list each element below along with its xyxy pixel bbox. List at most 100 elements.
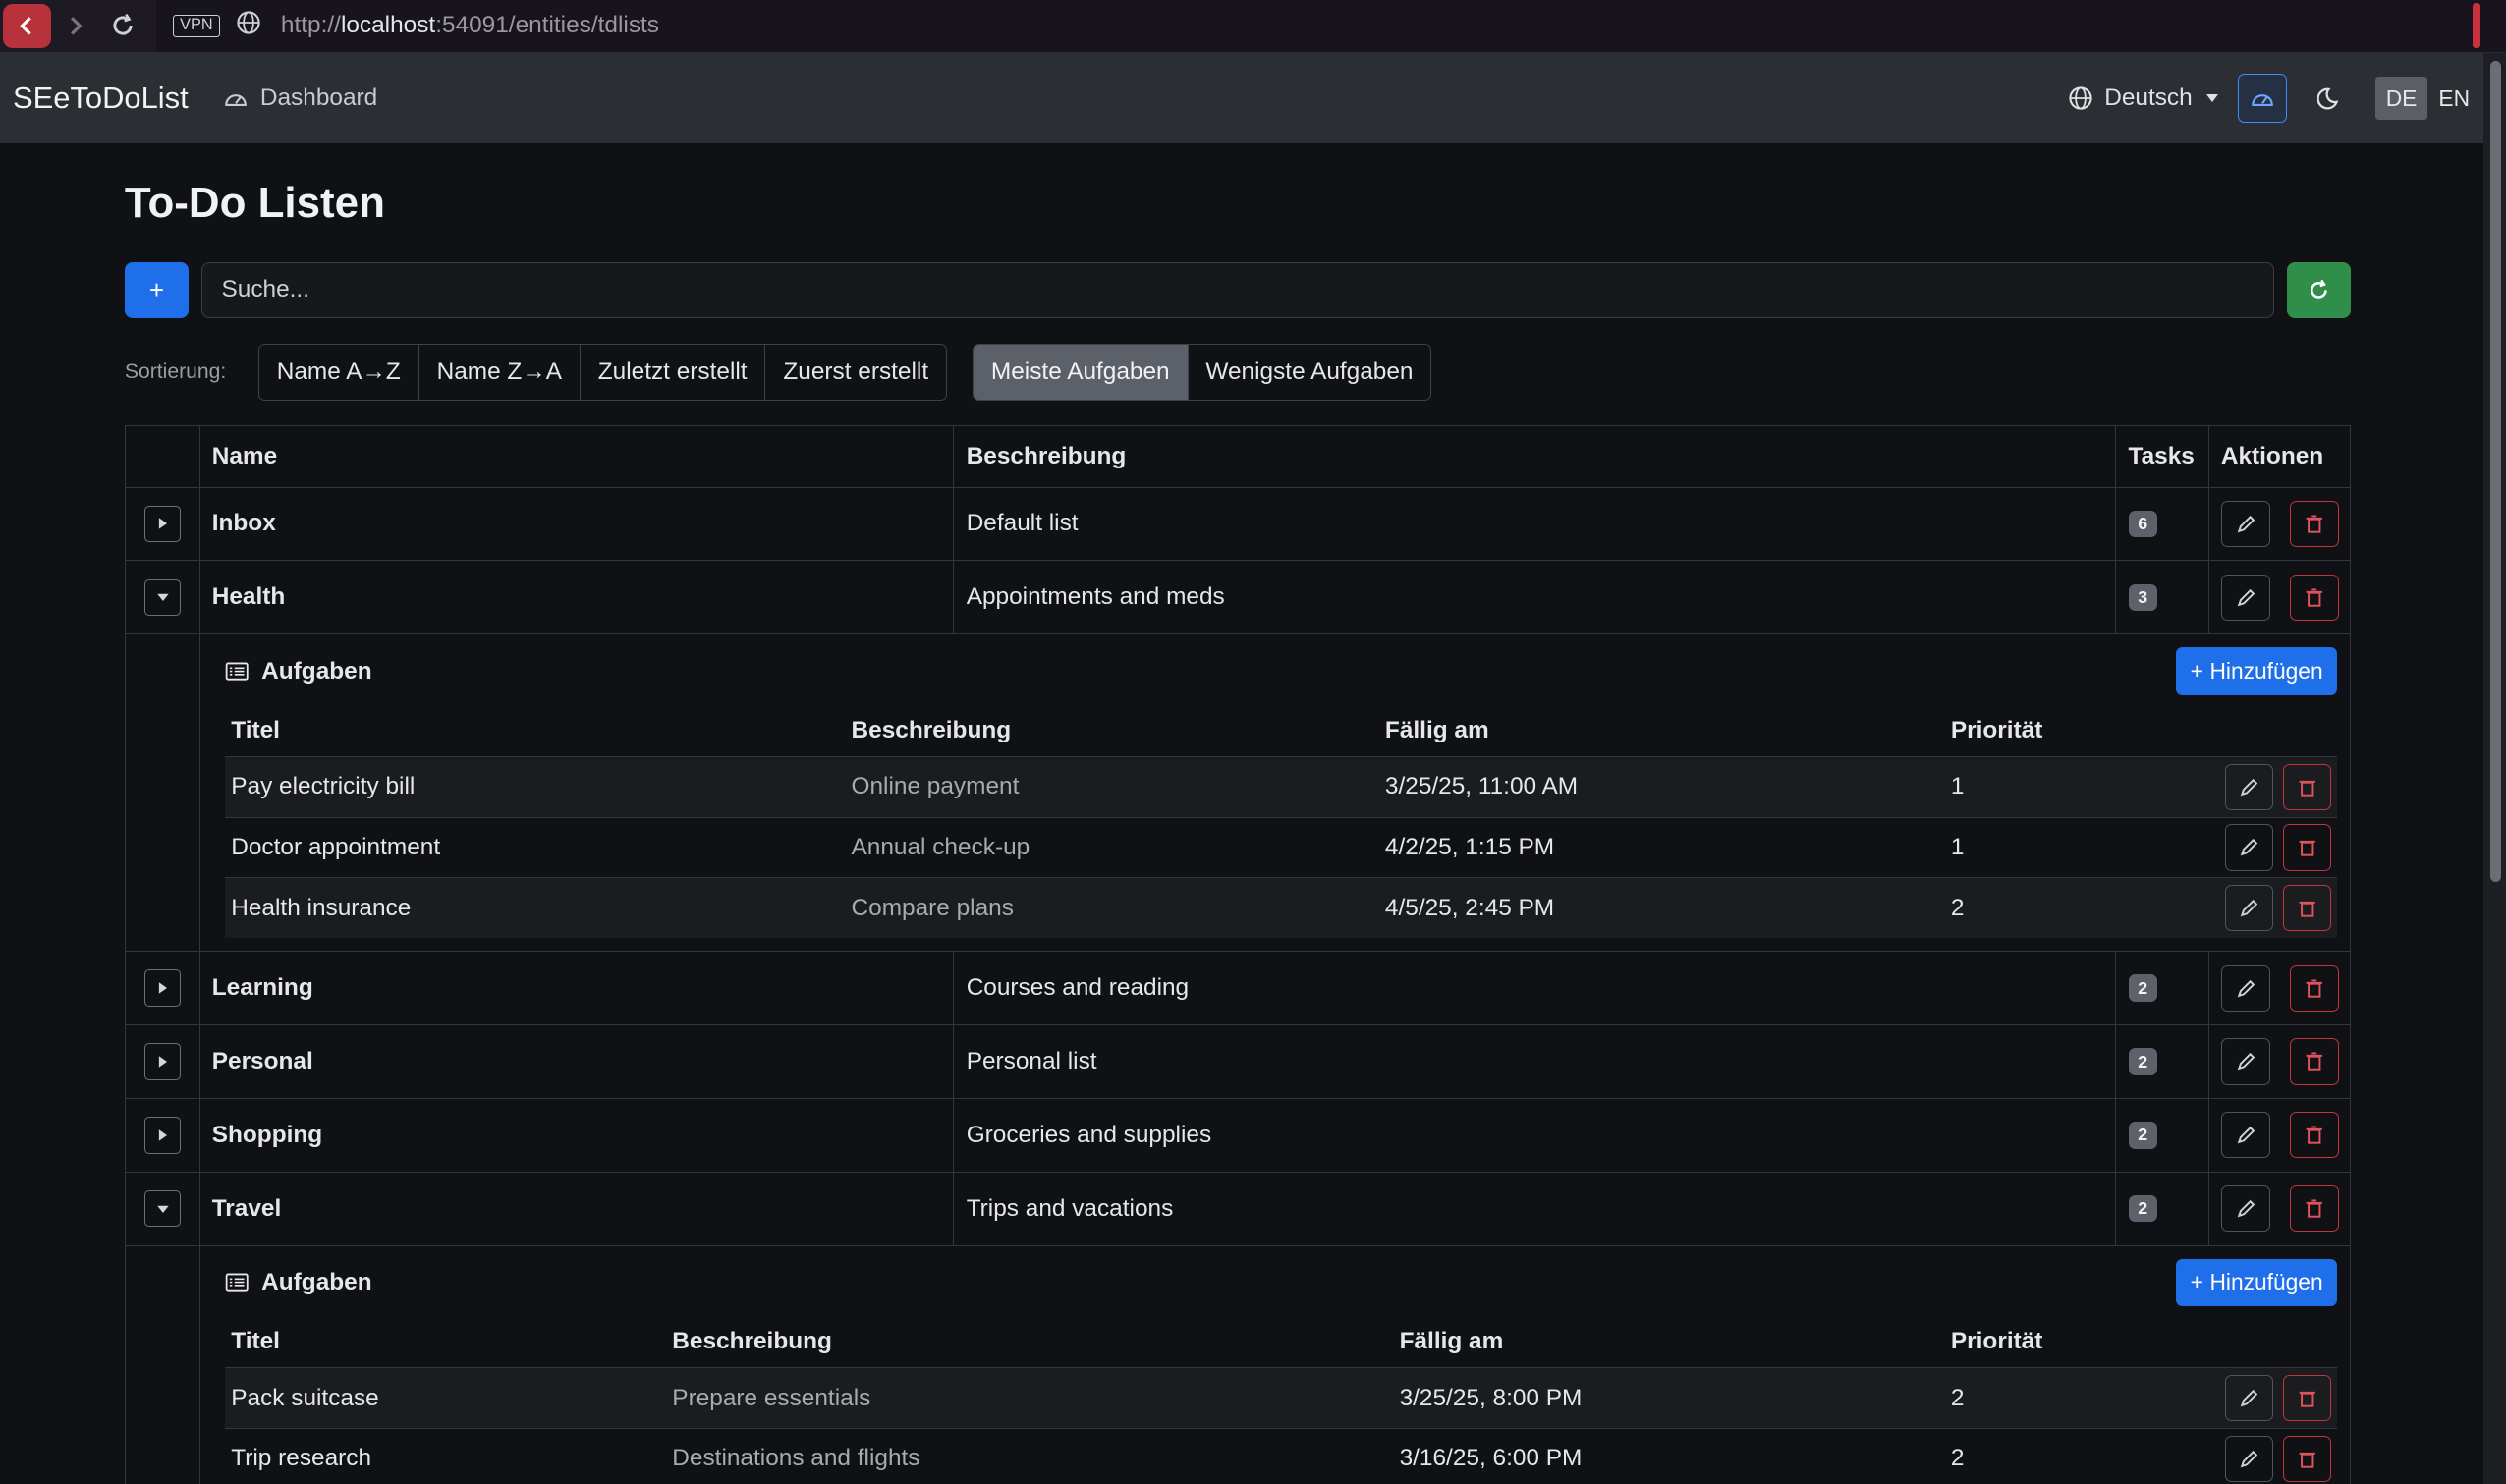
main-content: To-Do Listen + Suche... Sortierung: Name… bbox=[124, 143, 2352, 1484]
task-title: Health insurance bbox=[231, 894, 412, 921]
forward-button[interactable] bbox=[51, 0, 99, 52]
expand-button[interactable] bbox=[143, 505, 182, 543]
header-due: Fällig am bbox=[1384, 716, 1489, 743]
trash-icon bbox=[2299, 902, 2315, 917]
delete-button[interactable] bbox=[2289, 1038, 2340, 1085]
edit-task-button[interactable] bbox=[2225, 1375, 2274, 1422]
language-dropdown[interactable]: Deutsch bbox=[2068, 84, 2219, 112]
lang-de-button[interactable]: DE bbox=[2374, 77, 2428, 121]
dashboard-toggle-button[interactable] bbox=[2237, 73, 2288, 124]
delete-task-button[interactable] bbox=[2282, 1375, 2331, 1422]
page-title: To-Do Listen bbox=[124, 179, 385, 228]
pencil-icon bbox=[2240, 900, 2258, 917]
delete-button[interactable] bbox=[2289, 1112, 2340, 1159]
refresh-button[interactable] bbox=[2287, 261, 2352, 318]
dashboard-link[interactable]: Dashboard bbox=[223, 84, 377, 112]
collapse-button[interactable] bbox=[143, 1189, 182, 1228]
list-toolbar: + Suche... bbox=[124, 261, 2352, 318]
task-row: Health insurance Compare plans 4/5/25, 2… bbox=[224, 877, 2338, 939]
delete-button[interactable] bbox=[2289, 574, 2340, 621]
subtable-title-label: Aufgaben bbox=[261, 1268, 372, 1295]
back-button[interactable] bbox=[3, 3, 52, 49]
edit-task-button[interactable] bbox=[2225, 885, 2274, 932]
list-description: Courses and reading bbox=[954, 952, 2116, 1025]
sort-fewest-tasks-button[interactable]: Wenigste Aufgaben bbox=[1187, 345, 1431, 400]
table-row: Personal Personal list 2 bbox=[125, 1024, 2351, 1098]
table-row: Learning Courses and reading 2 bbox=[125, 951, 2351, 1025]
list-description: Appointments and meds bbox=[954, 561, 2116, 634]
delete-task-button[interactable] bbox=[2282, 824, 2331, 871]
address-bar[interactable]: VPN http://localhost:54091/entities/tdli… bbox=[156, 0, 2506, 53]
delete-task-button[interactable] bbox=[2282, 885, 2331, 932]
task-row: Trip research Destinations and flights 3… bbox=[224, 1428, 2338, 1484]
edit-task-button[interactable] bbox=[2225, 824, 2274, 871]
dashboard-label: Dashboard bbox=[259, 84, 378, 112]
edit-task-button[interactable] bbox=[2225, 1435, 2274, 1482]
task-due: 4/2/25, 1:15 PM bbox=[1384, 834, 1555, 861]
delete-button[interactable] bbox=[2289, 964, 2340, 1012]
task-subtable-travel: Aufgaben + Hinzufügen Titel Beschreibung … bbox=[125, 1244, 2351, 1484]
add-task-button[interactable]: + Hinzufügen bbox=[2176, 647, 2338, 695]
delete-task-button[interactable] bbox=[2282, 763, 2331, 810]
pencil-icon bbox=[2237, 1199, 2255, 1218]
trash-icon bbox=[2299, 1452, 2315, 1468]
edit-task-button[interactable] bbox=[2225, 763, 2274, 810]
page-scrollbar-thumb[interactable] bbox=[2489, 60, 2502, 883]
reload-button[interactable] bbox=[99, 0, 147, 52]
sort-controls: Sortierung: Name A→Z Name Z→A Zuletzt er… bbox=[125, 344, 2351, 402]
sort-oldest-button[interactable]: Zuerst erstellt bbox=[764, 345, 946, 400]
expand-button[interactable] bbox=[143, 1117, 182, 1154]
edit-button[interactable] bbox=[2220, 574, 2271, 621]
sort-most-tasks-button[interactable]: Meiste Aufgaben bbox=[974, 345, 1188, 400]
refresh-icon bbox=[2311, 279, 2328, 299]
task-due: 3/16/25, 6:00 PM bbox=[1399, 1445, 1583, 1472]
list-name: Travel bbox=[200, 1172, 954, 1245]
header-name[interactable]: Name bbox=[200, 425, 954, 487]
delete-button[interactable] bbox=[2289, 500, 2340, 548]
pencil-icon bbox=[2237, 979, 2255, 998]
trash-icon bbox=[2299, 1391, 2315, 1407]
expand-button[interactable] bbox=[143, 969, 182, 1007]
dashboard-icon bbox=[225, 93, 248, 106]
table-row: Health Appointments and meds 3 bbox=[125, 560, 2351, 634]
task-title: Pay electricity bill bbox=[231, 773, 416, 800]
task-description: Annual check-up bbox=[851, 834, 1030, 861]
card-list-icon bbox=[225, 1273, 249, 1292]
theme-toggle-button[interactable] bbox=[2307, 74, 2356, 123]
add-task-button[interactable]: + Hinzufügen bbox=[2176, 1258, 2338, 1307]
edit-button[interactable] bbox=[2220, 1038, 2271, 1085]
pencil-icon bbox=[2237, 1127, 2255, 1144]
list-name: Inbox bbox=[200, 487, 954, 561]
task-description: Compare plans bbox=[851, 894, 1014, 921]
lists-table: Name Beschreibung Tasks Aktionen Inbox D… bbox=[124, 424, 2352, 1484]
delete-task-button[interactable] bbox=[2282, 1435, 2331, 1482]
add-list-button[interactable]: + bbox=[124, 261, 189, 318]
header-title: Titel bbox=[231, 1328, 280, 1355]
sort-name-desc-button[interactable]: Name Z→A bbox=[418, 345, 580, 400]
search-input[interactable]: Suche... bbox=[200, 261, 2275, 318]
expand-button[interactable] bbox=[143, 1043, 182, 1080]
url-prefix: http:// bbox=[280, 12, 341, 39]
lang-en-button[interactable]: EN bbox=[2427, 77, 2480, 120]
sort-newest-button[interactable]: Zuletzt erstellt bbox=[579, 345, 765, 400]
edit-button[interactable] bbox=[2220, 1112, 2271, 1159]
delete-button[interactable] bbox=[2289, 1185, 2340, 1233]
edit-button[interactable] bbox=[2220, 500, 2271, 548]
header-actions: Aktionen bbox=[2220, 442, 2324, 469]
edit-button[interactable] bbox=[2220, 1185, 2271, 1233]
task-due: 3/25/25, 11:00 AM bbox=[1384, 773, 1579, 800]
sort-name-asc-button[interactable]: Name A→Z bbox=[259, 345, 418, 399]
caret-down-icon bbox=[156, 594, 169, 602]
trash-icon bbox=[2306, 1126, 2323, 1144]
task-count-badge: 6 bbox=[2128, 510, 2157, 538]
collapse-button[interactable] bbox=[143, 578, 182, 616]
pencil-icon bbox=[2237, 515, 2255, 533]
vpn-badge[interactable]: VPN bbox=[172, 14, 221, 37]
task-priority: 2 bbox=[1950, 894, 1965, 921]
edit-button[interactable] bbox=[2220, 964, 2271, 1012]
list-description: Personal list bbox=[954, 1025, 2116, 1098]
task-row: Doctor appointment Annual check-up 4/2/2… bbox=[224, 816, 2338, 878]
task-priority: 2 bbox=[1950, 1445, 1965, 1472]
brand-link[interactable]: SEeToDoList bbox=[13, 81, 189, 116]
pencil-icon bbox=[2240, 778, 2258, 797]
